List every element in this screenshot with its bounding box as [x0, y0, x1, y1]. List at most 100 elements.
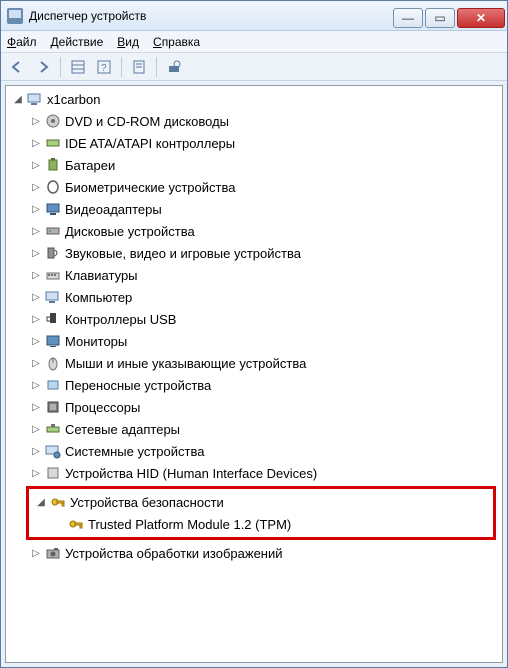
category-item[interactable]: ▷ Устройства обработки изображений: [6, 542, 502, 564]
device-category-icon: [44, 465, 62, 481]
device-label: Trusted Platform Module 1.2 (TPM): [88, 517, 291, 532]
category-label: Системные устройства: [65, 444, 204, 459]
scan-hardware-button[interactable]: [162, 56, 186, 78]
toolbar-separator: [156, 57, 157, 77]
device-category-icon: [44, 179, 62, 195]
forward-button[interactable]: [31, 56, 55, 78]
properties-button[interactable]: [127, 56, 151, 78]
collapse-icon[interactable]: ◢: [10, 91, 26, 107]
category-item[interactable]: ▷Контроллеры USB: [6, 308, 502, 330]
category-item[interactable]: ▷ Системные устройства: [6, 440, 502, 462]
computer-icon: [26, 91, 44, 107]
maximize-button[interactable]: ▭: [425, 8, 455, 28]
category-label: DVD и CD-ROM дисководы: [65, 114, 229, 129]
expand-icon[interactable]: ▷: [28, 465, 44, 481]
category-label: Устройства обработки изображений: [65, 546, 283, 561]
category-item[interactable]: ▷ Сетевые адаптеры: [6, 418, 502, 440]
menu-bar: Файл Действие Вид Справка: [1, 31, 507, 53]
category-item[interactable]: ▷ Биометрические устройства: [6, 176, 502, 198]
category-item[interactable]: ▷ DVD и CD-ROM дисководы: [6, 110, 502, 132]
expand-icon[interactable]: ▷: [28, 135, 44, 151]
expand-icon[interactable]: ▷: [28, 443, 44, 459]
category-item[interactable]: ▷ Устройства HID (Human Interface Devices…: [6, 462, 502, 484]
category-label: Переносные устройства: [65, 378, 211, 393]
device-tree[interactable]: ◢ x1carbon ▷ DVD и CD-ROM дисководы ▷IDE A…: [5, 85, 503, 663]
category-label: Мыши и иные указывающие устройства: [65, 356, 306, 371]
expand-icon[interactable]: ▷: [28, 377, 44, 393]
expand-icon[interactable]: ▷: [28, 267, 44, 283]
category-label: Батареи: [65, 158, 115, 173]
device-category-icon: [44, 333, 62, 349]
highlighted-annotation: ◢ Устройства безопасности Trusted Platfo…: [26, 486, 496, 540]
category-item[interactable]: ▷ Видеоадаптеры: [6, 198, 502, 220]
window-title: Диспетчер устройств: [29, 9, 393, 23]
category-label: Дисковые устройства: [65, 224, 195, 239]
tree-root[interactable]: ◢ x1carbon: [6, 88, 502, 110]
root-label: x1carbon: [47, 92, 100, 107]
device-category-icon: [44, 399, 62, 415]
device-category-icon: [44, 113, 62, 129]
svg-text:?: ?: [101, 63, 107, 74]
expand-icon[interactable]: ▷: [28, 179, 44, 195]
category-label: Мониторы: [65, 334, 127, 349]
leaf-spacer: [51, 516, 67, 532]
device-category-icon: [44, 157, 62, 173]
device-category-icon: [44, 421, 62, 437]
expand-icon[interactable]: ▷: [28, 399, 44, 415]
category-label: Сетевые адаптеры: [65, 422, 180, 437]
category-item[interactable]: ▷Компьютер: [6, 286, 502, 308]
device-category-icon: [44, 201, 62, 217]
category-item[interactable]: ▷ Клавиатуры: [6, 264, 502, 286]
category-label: Видеоадаптеры: [65, 202, 162, 217]
device-category-icon: [44, 355, 62, 371]
device-category-icon: [44, 311, 62, 327]
expand-icon[interactable]: ▷: [28, 113, 44, 129]
category-label: Процессоры: [65, 400, 140, 415]
device-category-icon: [44, 135, 62, 151]
expand-icon[interactable]: ▷: [28, 289, 44, 305]
category-label: Устройства HID (Human Interface Devices): [65, 466, 317, 481]
close-button[interactable]: ✕: [457, 8, 505, 28]
category-item[interactable]: ▷ Процессоры: [6, 396, 502, 418]
view-list-button[interactable]: [66, 56, 90, 78]
category-item[interactable]: ▷ Звуковые, видео и игровые устройства: [6, 242, 502, 264]
device-category-icon: [44, 245, 62, 261]
toolbar-separator: [121, 57, 122, 77]
expand-icon[interactable]: ▷: [28, 245, 44, 261]
device-category-icon: [44, 377, 62, 393]
category-label: Клавиатуры: [65, 268, 138, 283]
category-label: Звуковые, видео и игровые устройства: [65, 246, 301, 261]
expand-icon[interactable]: ▷: [28, 421, 44, 437]
app-icon: [7, 8, 23, 24]
minimize-button[interactable]: —: [393, 8, 423, 28]
category-item[interactable]: ▷ Дисковые устройства: [6, 220, 502, 242]
expand-icon[interactable]: ▷: [28, 201, 44, 217]
camera-icon: [44, 545, 62, 561]
titlebar[interactable]: Диспетчер устройств — ▭ ✕: [1, 1, 507, 31]
device-manager-window: Диспетчер устройств — ▭ ✕ Файл Действие …: [0, 0, 508, 668]
expand-icon[interactable]: ▷: [28, 545, 44, 561]
category-item[interactable]: ▷ Мониторы: [6, 330, 502, 352]
expand-icon[interactable]: ▷: [28, 333, 44, 349]
expand-icon[interactable]: ▷: [28, 223, 44, 239]
key-icon: [49, 494, 67, 510]
device-tpm[interactable]: Trusted Platform Module 1.2 (TPM): [29, 513, 493, 535]
menu-help[interactable]: Справка: [153, 35, 200, 49]
expand-icon[interactable]: ▷: [28, 311, 44, 327]
category-label: Биометрические устройства: [65, 180, 235, 195]
category-item[interactable]: ▷ Мыши и иные указывающие устройства: [6, 352, 502, 374]
expand-icon[interactable]: ▷: [28, 157, 44, 173]
category-item[interactable]: ▷ Батареи: [6, 154, 502, 176]
collapse-icon[interactable]: ◢: [33, 494, 49, 510]
device-category-icon: [44, 223, 62, 239]
back-button[interactable]: [5, 56, 29, 78]
category-item[interactable]: ▷ Переносные устройства: [6, 374, 502, 396]
category-security-devices[interactable]: ◢ Устройства безопасности: [29, 491, 493, 513]
expand-icon[interactable]: ▷: [28, 355, 44, 371]
menu-action[interactable]: Действие: [51, 35, 104, 49]
toolbar-separator: [60, 57, 61, 77]
help-button[interactable]: ?: [92, 56, 116, 78]
category-item[interactable]: ▷IDE ATA/ATAPI контроллеры: [6, 132, 502, 154]
menu-file[interactable]: Файл: [7, 35, 37, 49]
menu-view[interactable]: Вид: [117, 35, 139, 49]
